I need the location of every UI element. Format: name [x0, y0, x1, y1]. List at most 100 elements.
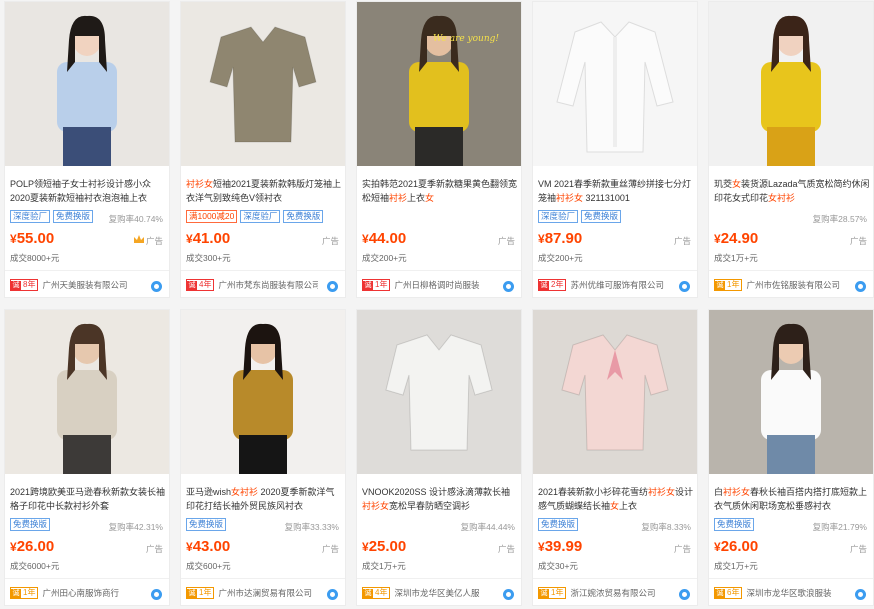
- service-tag: 免费换版: [53, 210, 94, 223]
- product-title[interactable]: 玑茭女装货源Lazada气质宽松简约休闲印花女式印花女衬衫: [714, 177, 870, 205]
- repurchase-rate: 复购率8.33%: [641, 522, 691, 532]
- price-value: 55.00: [16, 230, 55, 247]
- shop-name[interactable]: 广州田心南服饰商行: [42, 587, 142, 599]
- shop-row: 诚 1年 广州田心南服饰商行: [10, 587, 168, 601]
- chat-icon[interactable]: [327, 589, 338, 600]
- product-image[interactable]: [181, 310, 345, 474]
- title-text: 上衣: [407, 193, 426, 203]
- product-card[interactable]: 2021跨境欧美亚马逊春秋新款女装长袖格子印花中长款衬衫外套 免费换版 复购率4…: [4, 309, 170, 606]
- price-value: 44.00: [368, 230, 407, 247]
- seller-badge-icon: 诚: [187, 281, 197, 291]
- title-text: 玑茭: [714, 179, 733, 189]
- product-card[interactable]: 白衬衫女春秋长袖百搭内搭打底短款上衣气质休闲职场宽松垂感衬衣 免费换版 复购率2…: [708, 309, 874, 606]
- product-image[interactable]: [709, 310, 873, 474]
- shop-row: 诚 6年 深圳市龙华区歌浪服装: [714, 587, 872, 601]
- product-card[interactable]: VM 2021春季新款重丝薄纱拼接七分灯笼袖衬衫女 321131001 深度验厂…: [532, 1, 698, 298]
- seller-years-badge: 诚 8年: [10, 279, 39, 291]
- product-image[interactable]: [709, 2, 873, 166]
- chat-icon[interactable]: [503, 281, 514, 292]
- product-title[interactable]: 白衬衫女春秋长袖百搭内搭打底短款上衣气质休闲职场宽松垂感衬衣: [714, 485, 870, 513]
- ad-label: 广告: [145, 236, 163, 246]
- price-value: 87.90: [544, 230, 583, 247]
- card-divider: [181, 270, 345, 271]
- repurchase-rate: 复购率40.74%: [108, 214, 163, 224]
- shop-name[interactable]: 深圳市龙华区歌浪服装: [746, 587, 846, 599]
- product-card[interactable]: We are young! 实拍韩范2021夏季新款糖果黄色翻领宽松短袖衬衫上衣…: [356, 1, 522, 298]
- title-keyword-highlight: 衬衫女: [186, 179, 214, 189]
- seller-years: 1年: [727, 280, 740, 289]
- seller-badge-icon: 诚: [363, 589, 373, 599]
- product-image[interactable]: [533, 2, 697, 166]
- shop-name[interactable]: 广州日柳格调时尚服装: [394, 279, 494, 291]
- title-keyword-highlight: 衬衫: [389, 193, 408, 203]
- product-title[interactable]: 实拍韩范2021夏季新款糖果黄色翻领宽松短袖衬衫上衣女: [362, 177, 518, 205]
- deal-volume: 成交8000+元: [10, 253, 60, 263]
- deal-volume: 成交600+元: [186, 561, 231, 571]
- product-title[interactable]: POLP领短袖子女士衬衫设计感小众2020夏装新款短袖衬衣泡泡袖上衣: [10, 177, 166, 205]
- seller-badge-icon: 诚: [539, 281, 549, 291]
- product-card[interactable]: 亚马逊wish女衬衫 2020夏季新款洋气印花打结长袖外贸民族风衬衣 免费换版 …: [180, 309, 346, 606]
- shop-name[interactable]: 苏州优维可服饰有限公司: [570, 279, 670, 291]
- shop-row: 诚 2年 苏州优维可服饰有限公司: [538, 279, 696, 293]
- product-card[interactable]: 2021春装新款小衫碎花雪纺衬衫女设计感气质蝴蝶结长袖女上衣 免费换版 复购率8…: [532, 309, 698, 606]
- service-tags: 满1000减20 深度验厂 免费换版: [186, 210, 326, 224]
- product-image[interactable]: [5, 310, 169, 474]
- product-image[interactable]: [357, 310, 521, 474]
- seller-badge-icon: 诚: [363, 281, 373, 291]
- shop-name[interactable]: 广州市梵东尚服装有限公司: [218, 279, 318, 291]
- shop-row: 诚 8年 广州天美服装有限公司: [10, 279, 168, 293]
- shop-name[interactable]: 广州市达澜贸易有限公司: [218, 587, 318, 599]
- chat-icon[interactable]: [855, 589, 866, 600]
- seller-years: 4年: [199, 280, 212, 289]
- seller-years: 4年: [375, 588, 388, 597]
- product-title[interactable]: 2021跨境欧美亚马逊春秋新款女装长袖格子印花中长款衬衫外套: [10, 485, 166, 513]
- seller-years-badge: 诚 1年: [714, 279, 743, 291]
- repurchase-rate: 复购率42.31%: [108, 522, 163, 532]
- shop-name[interactable]: 深圳市龙华区美亿人服: [394, 587, 494, 599]
- product-image[interactable]: [181, 2, 345, 166]
- product-title[interactable]: VM 2021春季新款重丝薄纱拼接七分灯笼袖衬衫女 321131001: [538, 177, 694, 205]
- deal-volume: 成交300+元: [186, 253, 231, 263]
- product-card[interactable]: POLP领短袖子女士衬衫设计感小众2020夏装新款短袖衬衣泡泡袖上衣 深度验厂免…: [4, 1, 170, 298]
- product-price: ¥55.00: [10, 230, 54, 247]
- card-divider: [533, 270, 697, 271]
- product-title[interactable]: VNOOK2020SS 设计感泳滴薄款长袖衬衫女宽松早春防晒空调衫: [362, 485, 518, 513]
- product-photo: [5, 2, 169, 166]
- chat-icon[interactable]: [855, 281, 866, 292]
- product-photo: [181, 310, 345, 474]
- shop-name[interactable]: 广州市佐铭服装有限公司: [746, 279, 846, 291]
- chat-icon[interactable]: [503, 589, 514, 600]
- currency-symbol: ¥: [538, 540, 545, 554]
- chat-icon[interactable]: [327, 281, 338, 292]
- product-image[interactable]: [5, 2, 169, 166]
- product-price: ¥26.00: [714, 538, 758, 555]
- chat-icon[interactable]: [679, 589, 690, 600]
- product-photo: [357, 310, 521, 474]
- product-card[interactable]: 玑茭女装货源Lazada气质宽松简约休闲印花女式印花女衬衫 复购率28.57% …: [708, 1, 874, 298]
- shop-name[interactable]: 浙江婉浓贸易有限公司: [570, 587, 670, 599]
- service-tags: 免费换版: [714, 518, 757, 532]
- chat-icon[interactable]: [679, 281, 690, 292]
- product-title[interactable]: 亚马逊wish女衬衫 2020夏季新款洋气印花打结长袖外贸民族风衬衣: [186, 485, 342, 513]
- product-photo: [709, 2, 873, 166]
- product-title[interactable]: 2021春装新款小衫碎花雪纺衬衫女设计感气质蝴蝶结长袖女上衣: [538, 485, 694, 513]
- seller-years-badge: 诚 1年: [538, 587, 567, 599]
- seller-years: 8年: [23, 280, 36, 289]
- product-price: ¥26.00: [10, 538, 54, 555]
- product-price: ¥87.90: [538, 230, 582, 247]
- seller-badge-icon: 诚: [11, 589, 21, 599]
- product-title[interactable]: 衬衫女短袖2021夏装新款韩版灯笼袖上衣洋气别致纯色V领衬衣: [186, 177, 342, 205]
- product-card[interactable]: 衬衫女短袖2021夏装新款韩版灯笼袖上衣洋气别致纯色V领衬衣 满1000减20 深…: [180, 1, 346, 298]
- product-image[interactable]: [533, 310, 697, 474]
- card-divider: [709, 578, 873, 579]
- product-card[interactable]: VNOOK2020SS 设计感泳滴薄款长袖衬衫女宽松早春防晒空调衫 复购率44.…: [356, 309, 522, 606]
- title-keyword-highlight: 女衬衫: [768, 193, 796, 203]
- product-image[interactable]: We are young!: [357, 2, 521, 166]
- chat-icon[interactable]: [151, 589, 162, 600]
- service-tag: 免费换版: [10, 518, 51, 531]
- price-value: 25.00: [368, 538, 407, 555]
- shop-name[interactable]: 广州天美服装有限公司: [42, 279, 142, 291]
- price-value: 24.90: [720, 230, 759, 247]
- chat-icon[interactable]: [151, 281, 162, 292]
- title-keyword-highlight: 女衬衫: [231, 487, 259, 497]
